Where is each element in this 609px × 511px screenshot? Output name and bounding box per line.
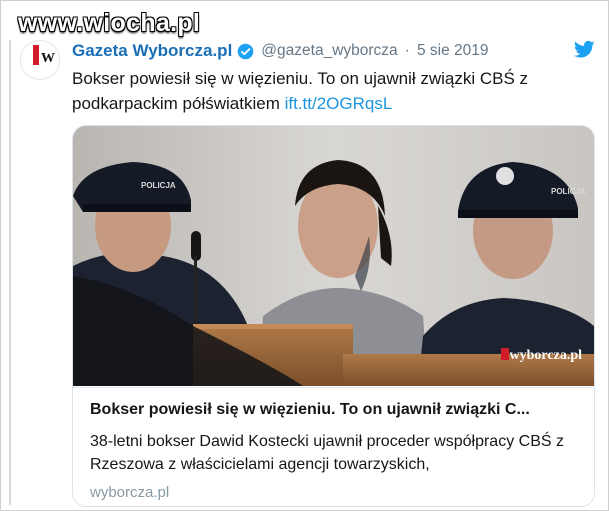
card-title[interactable]: Bokser powiesił się w więzieniu. To on u… [90,401,585,419]
card-photo[interactable]: POLICJA POLICJA [73,126,594,386]
tweet-text-line2: podkarpackim półświatkiem ift.tt/2OGRqsL [72,91,592,116]
watermark: www.wiocha.pl [18,9,201,37]
card-text-area[interactable]: Bokser powiesił się w więzieniu. To on u… [73,387,594,506]
separator-dot: · [404,42,410,59]
card-domain[interactable]: wyborcza.pl [90,484,169,501]
tweet-date[interactable]: 5 sie 2019 [417,42,489,60]
logo-red-square [500,348,509,360]
tweet-header: Gazeta Wyborcza.pl @gazeta_wyborcza · 5 … [72,41,489,61]
avatar-letter: W [41,51,55,66]
card-description: 38-letni bokser Dawid Kostecki ujawnił p… [90,433,564,473]
image-logo: wyborcza.pl [500,348,582,364]
twitter-bird-icon[interactable] [574,40,595,59]
tweet-link[interactable]: ift.tt/2OGRqsL [285,94,393,113]
user-handle[interactable]: @gazeta_wyborcza [261,42,397,60]
police-cap-label-left: POLICJA [141,181,176,190]
police-cap-label-right: POLICJA [551,187,586,196]
display-name[interactable]: Gazeta Wyborcza.pl [72,41,232,61]
avatar[interactable]: W [20,40,60,80]
tweet-text-line2-text: podkarpackim półświatkiem [72,94,280,113]
thread-line [9,40,11,505]
link-card[interactable]: POLICJA POLICJA wyborcza.pl Bokser powie… [72,125,595,507]
image-logo-text: wyborcza.pl [509,348,582,363]
tweet-text: Bokser powiesił się w więzieniu. To on u… [72,66,592,116]
avatar-red-bar [33,45,39,65]
tweet-text-line1: Bokser powiesił się w więzieniu. To on u… [72,69,529,88]
verified-badge-icon [238,43,254,59]
